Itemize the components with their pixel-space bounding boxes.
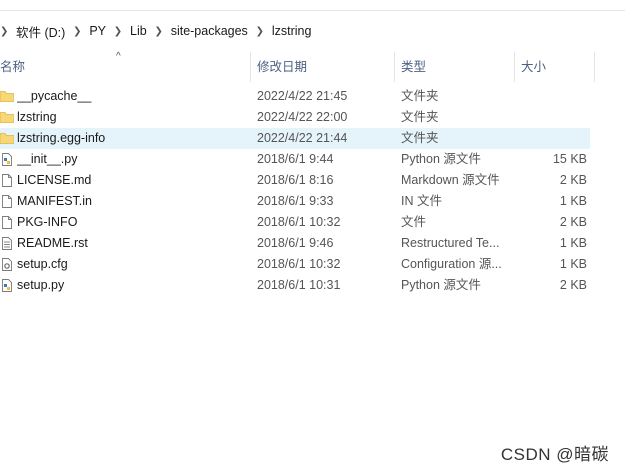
file-date: 2018/6/1 9:33 bbox=[257, 194, 334, 208]
file-type: Configuration 源... bbox=[401, 257, 502, 271]
file-name: __init__.py bbox=[17, 152, 78, 166]
chevron-right-icon[interactable]: ❯ bbox=[110, 26, 126, 37]
file-size: 1 KB bbox=[559, 257, 587, 271]
file-size: 1 KB bbox=[559, 236, 587, 250]
breadcrumb-item-drive[interactable]: 软件 (D:) bbox=[12, 22, 69, 41]
folder-icon bbox=[0, 112, 14, 123]
file-row[interactable]: README.rst 2018/6/1 9:46 Restructured Te..… bbox=[0, 233, 590, 254]
file-name: README.rst bbox=[17, 236, 88, 250]
file-date: 2018/6/1 10:32 bbox=[257, 257, 341, 271]
file-row[interactable]: MANIFEST.in 2018/6/1 9:33 IN 文件 1 KB bbox=[0, 191, 590, 212]
column-header-row: ^ 名称 修改日期 类型 大小 bbox=[0, 51, 625, 82]
file-type: Python 源文件 bbox=[401, 152, 481, 166]
file-row[interactable]: __pycache__ 2022/4/22 21:45 文件夹 bbox=[0, 86, 590, 107]
file-date: 2022/4/22 21:44 bbox=[257, 131, 348, 145]
watermark: CSDN @暗碳 bbox=[500, 445, 609, 464]
file-name: MANIFEST.in bbox=[17, 194, 93, 208]
file-icon bbox=[2, 195, 12, 208]
file-date: 2018/6/1 10:31 bbox=[257, 278, 341, 292]
file-name: setup.cfg bbox=[17, 257, 68, 271]
file-size: 2 KB bbox=[559, 215, 587, 229]
file-row[interactable]: setup.py 2018/6/1 10:31 Python 源文件 2 KB bbox=[0, 275, 590, 296]
breadcrumb-item-lzstring[interactable]: lzstring bbox=[268, 24, 316, 38]
file-name: __pycache__ bbox=[17, 89, 92, 103]
file-row[interactable]: setup.cfg 2018/6/1 10:32 Configuration 源..… bbox=[0, 254, 590, 275]
file-date: 2018/6/1 8:16 bbox=[257, 173, 334, 187]
column-header-name[interactable]: 名称 bbox=[0, 52, 25, 82]
sort-ascending-icon: ^ bbox=[116, 51, 121, 62]
file-type: 文件夹 bbox=[401, 131, 439, 145]
file-date: 2018/6/1 9:44 bbox=[257, 152, 334, 166]
column-header-size[interactable]: 大小 bbox=[521, 52, 546, 82]
file-row[interactable]: LICENSE.md 2018/6/1 8:16 Markdown 源文件 2 KB bbox=[0, 170, 590, 191]
column-divider[interactable] bbox=[250, 52, 251, 82]
file-row[interactable]: __init__.py 2018/6/1 9:44 Python 源文件 15 KB bbox=[0, 149, 590, 170]
file-size: 2 KB bbox=[559, 173, 587, 187]
chevron-right-icon[interactable]: ❯ bbox=[151, 26, 167, 37]
file-type: Markdown 源文件 bbox=[401, 173, 500, 187]
file-size: 15 KB bbox=[552, 152, 587, 166]
column-header-date[interactable]: 修改日期 bbox=[257, 52, 307, 82]
folder-icon bbox=[0, 91, 14, 102]
file-type: 文件夹 bbox=[401, 110, 439, 124]
column-header-type[interactable]: 类型 bbox=[401, 52, 426, 82]
file-date: 2022/4/22 22:00 bbox=[257, 110, 348, 124]
file-type: 文件 bbox=[401, 215, 427, 229]
file-type: Python 源文件 bbox=[401, 278, 481, 292]
folder-icon bbox=[0, 133, 14, 144]
file-size bbox=[515, 107, 587, 128]
file-name: LICENSE.md bbox=[17, 173, 92, 187]
column-divider[interactable] bbox=[394, 52, 395, 82]
file-name: setup.py bbox=[17, 278, 65, 292]
file-size: 1 KB bbox=[559, 194, 587, 208]
file-row[interactable]: lzstring 2022/4/22 22:00 文件夹 bbox=[0, 107, 590, 128]
chevron-right-icon[interactable]: ❯ bbox=[69, 26, 85, 37]
file-size bbox=[515, 128, 587, 149]
file-icon bbox=[2, 174, 12, 187]
file-icon bbox=[2, 216, 12, 229]
file-size bbox=[515, 86, 587, 107]
file-row[interactable]: PKG-INFO 2018/6/1 10:32 文件 2 KB bbox=[0, 212, 590, 233]
file-row[interactable]: lzstring.egg-info 2022/4/22 21:44 文件夹 bbox=[0, 128, 590, 149]
file-type: Restructured Te... bbox=[401, 236, 500, 250]
python-file-icon bbox=[2, 153, 12, 166]
breadcrumb-item-py[interactable]: PY bbox=[85, 24, 110, 38]
file-size: 2 KB bbox=[559, 278, 587, 292]
python-file-icon bbox=[2, 279, 12, 292]
column-divider[interactable] bbox=[594, 52, 595, 82]
config-file-icon bbox=[2, 258, 12, 271]
file-date: 2022/4/22 21:45 bbox=[257, 89, 348, 103]
top-divider bbox=[0, 10, 625, 11]
breadcrumb: ❯ 软件 (D:) ❯ PY ❯ Lib ❯ site-packages ❯ l… bbox=[0, 19, 315, 43]
file-date: 2018/6/1 9:46 bbox=[257, 236, 334, 250]
file-type: 文件夹 bbox=[401, 89, 439, 103]
column-divider[interactable] bbox=[514, 52, 515, 82]
text-file-icon bbox=[2, 237, 12, 250]
file-date: 2018/6/1 10:32 bbox=[257, 215, 341, 229]
file-type: IN 文件 bbox=[401, 194, 442, 208]
breadcrumb-item-site-packages[interactable]: site-packages bbox=[167, 24, 252, 38]
file-name: lzstring bbox=[17, 110, 57, 124]
breadcrumb-item-lib[interactable]: Lib bbox=[126, 24, 151, 38]
file-name: PKG-INFO bbox=[17, 215, 78, 229]
chevron-right-icon[interactable]: ❯ bbox=[0, 26, 12, 37]
chevron-right-icon[interactable]: ❯ bbox=[252, 26, 268, 37]
file-name: lzstring.egg-info bbox=[17, 131, 106, 145]
